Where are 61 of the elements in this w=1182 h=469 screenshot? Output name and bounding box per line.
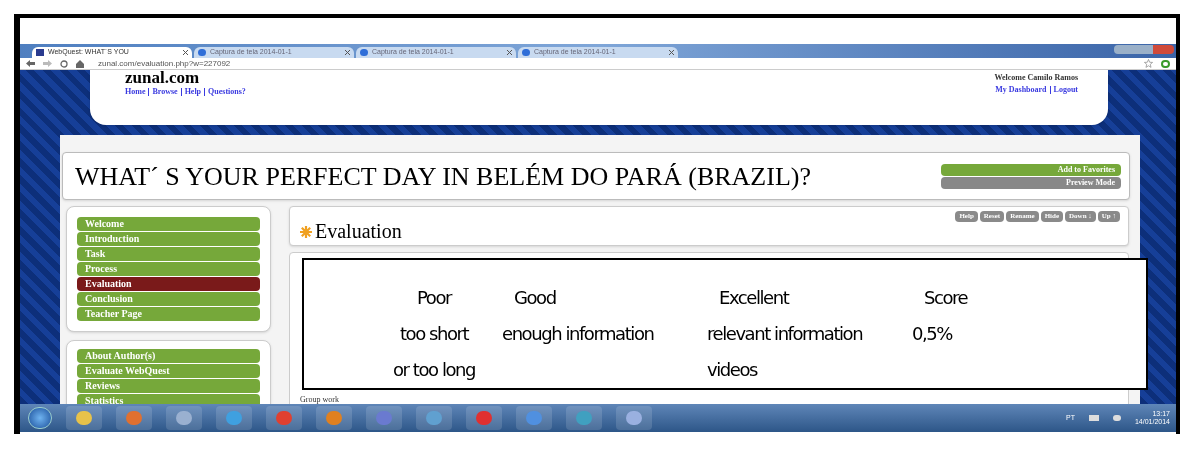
nav-link[interactable]: Questions? xyxy=(208,86,246,98)
taskbar-app-icon[interactable] xyxy=(166,406,202,430)
nav-link[interactable]: Help xyxy=(184,86,202,98)
rubric-heading: Score xyxy=(923,286,969,310)
user-link[interactable]: My Dashboard xyxy=(995,84,1047,96)
section-title: Evaluation xyxy=(315,220,402,242)
sidebar-item[interactable]: Introduction xyxy=(77,232,260,246)
sidebar-item[interactable]: Conclusion xyxy=(77,292,260,306)
rubric-text: too short xyxy=(398,322,470,346)
taskbar-app-icon[interactable] xyxy=(466,406,502,430)
rubric-text: enough information xyxy=(502,322,655,346)
webquest-title: WHAT´ S YOUR PERFECT DAY IN BELÉM DO PARÁ (BRAZIL)? xyxy=(75,160,811,193)
star-icon[interactable] xyxy=(1144,59,1153,68)
taskbar-app-icon[interactable] xyxy=(116,406,152,430)
taskbar-app-icon[interactable] xyxy=(266,406,302,430)
address-field[interactable]: zunal.com/evaluation.php?w=227092 xyxy=(98,57,398,70)
close-icon[interactable] xyxy=(669,50,674,55)
close-icon[interactable] xyxy=(183,50,188,55)
sidebar-item[interactable]: About Author(s) xyxy=(77,349,260,363)
nav-link[interactable]: Browse xyxy=(152,86,178,98)
close-icon[interactable] xyxy=(507,50,512,55)
asterisk-icon xyxy=(300,226,312,238)
body-text: Group work xyxy=(300,394,340,404)
sidebar-item[interactable]: Process xyxy=(77,262,260,276)
user-link[interactable]: Logout xyxy=(1053,84,1078,96)
sidebar-item[interactable]: Teacher Page xyxy=(77,307,260,321)
taskbar-app-icon[interactable] xyxy=(66,406,102,430)
sidebar-item[interactable]: Evaluate WebQuest xyxy=(77,364,260,378)
title-button[interactable]: Add to Favorites xyxy=(941,163,1121,176)
close-icon[interactable] xyxy=(345,50,350,55)
sidebar-item[interactable]: Welcome xyxy=(77,217,260,231)
taskbar-app-icon[interactable] xyxy=(416,406,452,430)
sidebar-item[interactable]: Task xyxy=(77,247,260,261)
welcome-text: Welcome Camilo Ramos xyxy=(994,72,1078,84)
title-button[interactable]: Preview Mode xyxy=(941,176,1121,189)
start-button[interactable] xyxy=(28,407,52,429)
globe-icon xyxy=(198,49,206,56)
nav-link[interactable]: Home xyxy=(125,86,146,98)
home-icon[interactable] xyxy=(76,59,84,68)
rubric-heading: Good xyxy=(513,286,557,310)
globe-icon xyxy=(360,49,368,56)
rubric-heading: Excellent xyxy=(718,286,790,310)
rubric-text: or too long xyxy=(392,358,476,382)
rubric-text: relevant information xyxy=(707,322,864,346)
rubric-text: videos xyxy=(707,358,759,382)
window-controls xyxy=(1114,45,1174,54)
taskbar-app-icon[interactable] xyxy=(616,406,652,430)
sidebar-item[interactable]: Reviews xyxy=(77,379,260,393)
back-icon[interactable] xyxy=(26,60,35,67)
taskbar-app-icon[interactable] xyxy=(366,406,402,430)
taskbar-app-icon[interactable] xyxy=(566,406,602,430)
taskbar-app-icon[interactable] xyxy=(516,406,552,430)
sidebar-item[interactable]: Evaluation xyxy=(77,277,260,291)
rubric-heading: Poor xyxy=(416,286,453,310)
rubric-text: 0,5% xyxy=(912,322,954,346)
forward-icon[interactable] xyxy=(43,60,52,67)
taskbar-app-icon[interactable] xyxy=(316,406,352,430)
globe-icon xyxy=(522,49,530,56)
site-logo[interactable]: zunal.com xyxy=(125,70,246,86)
taskbar-app-icon[interactable] xyxy=(216,406,252,430)
favicon-icon xyxy=(36,49,44,56)
